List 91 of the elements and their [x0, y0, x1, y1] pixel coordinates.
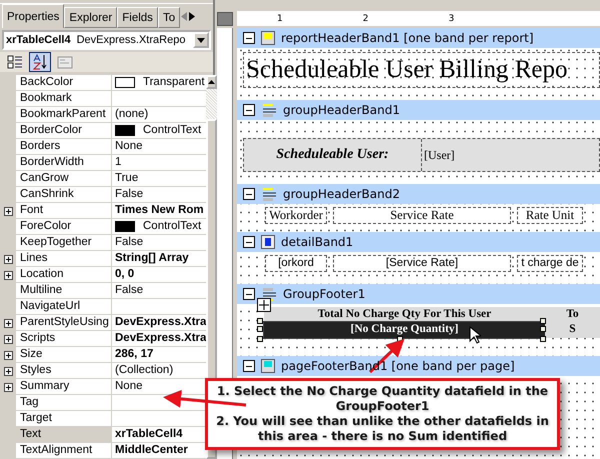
data-field[interactable]: [No Charge Quantity]: [264, 322, 545, 338]
value-cell[interactable]: xrTableCell4: [112, 427, 206, 443]
user-label: Scheduleable User:: [244, 139, 422, 171]
value-cell[interactable]: Transparent: [112, 75, 206, 91]
property-name[interactable]: Lines: [16, 251, 112, 267]
value-cell[interactable]: ControlText: [112, 219, 206, 235]
property-name[interactable]: Size: [16, 347, 112, 363]
callout-text: 1. Select the No Charge Quantity datafield in the GroupFooter1 2. You will see than unlike the other datafields in this area - there is no Sum identified: [215, 384, 550, 444]
property-value: False: [115, 187, 144, 202]
value-cell[interactable]: 0, 0: [112, 267, 206, 283]
panel-tab[interactable]: Properties: [2, 4, 64, 28]
property-name[interactable]: BackColor: [16, 75, 112, 91]
property-name[interactable]: BorderWidth: [16, 155, 112, 171]
data-field: [orkord: [265, 255, 327, 272]
property-name[interactable]: CanGrow: [16, 171, 112, 187]
user-field: [User]: [422, 148, 455, 162]
property-name[interactable]: NavigateUrl: [16, 299, 112, 315]
property-name[interactable]: KeepTogether: [16, 235, 112, 251]
ruler-number: 1: [277, 14, 283, 24]
value-cell[interactable]: 1: [112, 155, 206, 171]
panel-tab[interactable]: Explorer: [64, 7, 118, 28]
property-name[interactable]: ParentStyleUsing: [16, 315, 112, 331]
property-value: ControlText: [143, 219, 202, 234]
value-cell[interactable]: (none): [112, 107, 206, 123]
property-name[interactable]: BorderColor: [16, 123, 112, 139]
value-cell[interactable]: None: [112, 379, 206, 395]
property-value: (Collection): [115, 363, 174, 378]
panel-tab[interactable]: To: [158, 7, 180, 28]
table-cell: S: [545, 322, 600, 338]
band-header[interactable]: reportHeaderBand1 [one band per report]: [237, 28, 600, 48]
property-name[interactable]: TextAlignment: [16, 443, 112, 459]
value-cell[interactable]: String[] Array: [112, 251, 206, 267]
property-value: False: [115, 235, 144, 250]
property-value: 286, 17: [115, 347, 154, 362]
property-name[interactable]: Borders: [16, 139, 112, 155]
property-value: Transparent: [143, 75, 205, 90]
value-cell[interactable]: MiddleCenter: [112, 443, 206, 459]
property-name[interactable]: Location: [16, 267, 112, 283]
property-value: MiddleCenter: [115, 443, 188, 458]
band-title: groupHeaderBand2: [283, 187, 400, 201]
value-cell[interactable]: True: [112, 171, 206, 187]
column-header: Workorder: [265, 207, 327, 224]
object-type: DevExpress.XtraRepo: [76, 34, 186, 46]
property-name[interactable]: Bookmark: [16, 91, 112, 107]
table-cell: Total No Charge Qty For This User: [264, 307, 545, 322]
band-header[interactable]: GroupFooter1: [237, 284, 600, 304]
property-value: 1: [115, 155, 122, 170]
property-value: ControlText: [143, 123, 202, 138]
value-cell[interactable]: (Collection): [112, 363, 206, 379]
object-name: xrTableCell4: [6, 34, 71, 46]
value-cell[interactable]: 286, 17: [112, 347, 206, 363]
property-value: True: [115, 171, 138, 186]
property-value: None: [115, 379, 142, 394]
column-header: Service Rate: [333, 207, 511, 224]
band-title: detailBand1: [281, 235, 354, 249]
panel-tab[interactable]: Fields: [117, 7, 158, 28]
object-selector[interactable]: xrTableCell4 DevExpress.XtraRepo: [2, 30, 211, 50]
value-cell[interactable]: None: [112, 139, 206, 155]
property-name[interactable]: ForeColor: [16, 219, 112, 235]
property-value: String[] Array: [115, 251, 189, 266]
property-name[interactable]: Tag: [16, 395, 112, 411]
property-value: xrTableCell4: [115, 427, 183, 442]
value-cell[interactable]: False: [112, 283, 206, 299]
column-header: Rate Unit: [517, 207, 583, 224]
ruler-number: 3: [448, 14, 454, 24]
report-title: Scheduleable User Billing Repo: [243, 52, 600, 88]
property-value: False: [115, 283, 144, 298]
property-name[interactable]: Target: [16, 411, 112, 427]
band-title: GroupFooter1: [283, 287, 366, 301]
value-cell[interactable]: False: [112, 235, 206, 251]
band-header[interactable]: groupHeaderBand2: [237, 184, 600, 204]
property-value: (none): [115, 107, 148, 122]
value-cell[interactable]: False: [112, 187, 206, 203]
property-name[interactable]: BookmarkParent: [16, 107, 112, 123]
property-name[interactable]: CanShrink: [16, 187, 112, 203]
property-name[interactable]: Summary: [16, 379, 112, 395]
ruler-number: 2: [362, 14, 368, 24]
property-value: None: [115, 139, 142, 154]
band-title: reportHeaderBand1 [one band per report]: [281, 31, 534, 45]
value-cell[interactable]: ControlText: [112, 123, 206, 139]
band-title: groupHeaderBand1: [283, 103, 400, 117]
property-name[interactable]: Scripts: [16, 331, 112, 347]
property-value: 0, 0: [115, 267, 134, 282]
property-name[interactable]: Styles: [16, 363, 112, 379]
band-header[interactable]: groupHeaderBand1: [237, 100, 600, 120]
data-field: [Service Rate]: [333, 255, 511, 272]
band-header[interactable]: detailBand1: [237, 232, 600, 252]
property-name[interactable]: Multiline: [16, 283, 112, 299]
data-field: t charge de: [517, 255, 583, 272]
table-cell: To: [545, 307, 600, 322]
property-name[interactable]: Font: [16, 203, 112, 219]
